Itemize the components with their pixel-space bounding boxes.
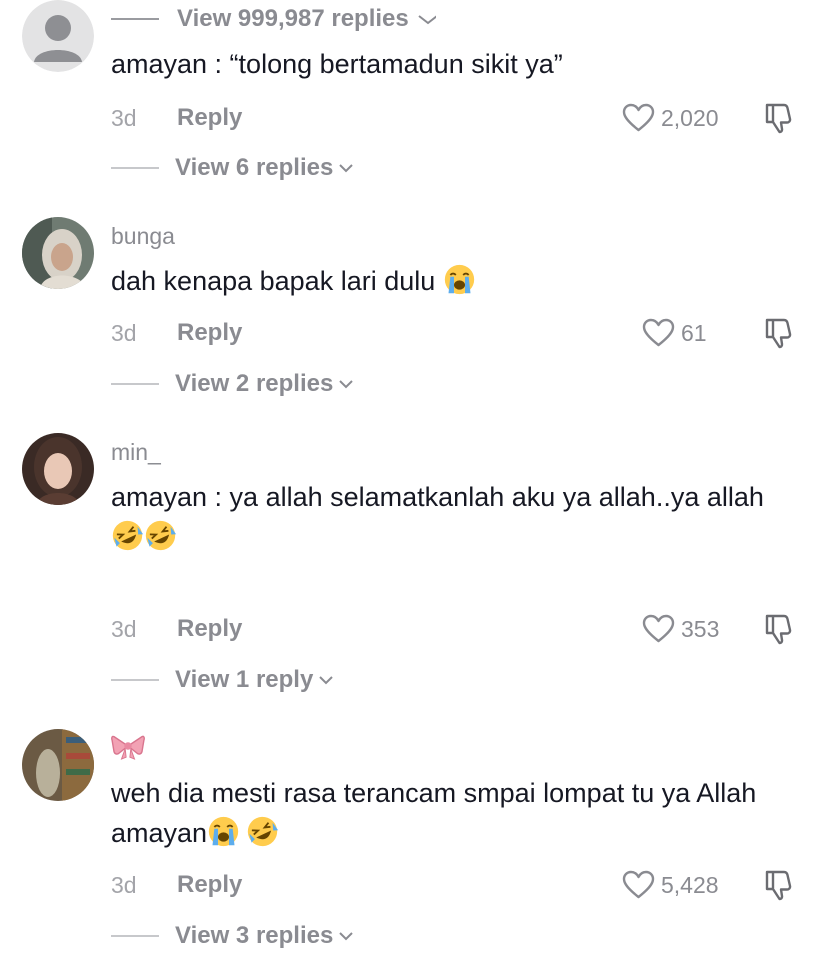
loudly-crying-face-icon: [207, 815, 240, 848]
default-avatar-icon: [22, 0, 94, 72]
chevron-down-icon: [319, 676, 334, 685]
view-replies-label: View 2 replies: [175, 370, 334, 397]
replies-divider: [111, 935, 159, 937]
rolling-on-floor-laughing-icon: [144, 519, 177, 552]
thumbs-down-icon: [765, 614, 792, 645]
chevron-down-icon: [418, 15, 436, 25]
view-replies-label: View 3 replies: [175, 922, 334, 949]
comment-text: dah kenapa bapak lari dulu: [111, 261, 801, 301]
username[interactable]: min_: [111, 438, 161, 466]
user-photo-avatar: [22, 729, 94, 801]
like-button[interactable]: 353: [642, 614, 719, 644]
top-view-replies[interactable]: View 999,987 replies: [111, 4, 436, 34]
user-photo-avatar: [22, 433, 94, 505]
view-replies-label: View 1 reply: [175, 666, 314, 693]
dislike-button[interactable]: [762, 101, 796, 135]
like-button[interactable]: 5,428: [622, 870, 719, 900]
comment-date: 3d: [111, 872, 137, 898]
heart-outline-icon: [642, 614, 675, 643]
rolling-on-floor-laughing-icon: [111, 519, 144, 552]
thumbs-down-icon: [765, 870, 792, 901]
like-count: 353: [681, 616, 720, 642]
replies-divider: [111, 167, 159, 169]
loudly-crying-face-icon: [443, 263, 476, 296]
like-button[interactable]: 2,020: [622, 103, 719, 133]
username[interactable]: 🎀: [111, 732, 145, 760]
avatar[interactable]: [22, 729, 94, 801]
like-count: 2,020: [661, 105, 719, 131]
view-replies-button[interactable]: View 2 replies: [111, 369, 354, 399]
replies-divider: [111, 679, 159, 681]
chevron-down-icon: [339, 932, 354, 941]
dislike-button[interactable]: [762, 612, 796, 646]
dislike-button[interactable]: [762, 316, 796, 350]
comment-text: amayan : ya allah selamatkanlah aku ya a…: [111, 477, 801, 557]
reply-button[interactable]: Reply: [177, 103, 242, 133]
avatar[interactable]: [22, 433, 94, 505]
view-replies-button[interactable]: View 3 replies: [111, 921, 354, 951]
username[interactable]: bunga: [111, 222, 175, 250]
comment-text: weh dia mesti rasa terancam smpai lompat…: [111, 773, 801, 853]
view-replies-button[interactable]: View 6 replies: [111, 153, 354, 183]
chevron-down-icon: [339, 164, 354, 173]
thumbs-down-icon: [765, 103, 792, 134]
comment-date: 3d: [111, 320, 137, 346]
replies-divider: [111, 383, 159, 385]
rolling-on-floor-laughing-icon: [246, 815, 279, 848]
heart-outline-icon: [622, 103, 655, 132]
avatar[interactable]: [22, 0, 94, 72]
dislike-button[interactable]: [762, 868, 796, 902]
reply-button[interactable]: Reply: [177, 614, 242, 644]
like-button[interactable]: 61: [642, 318, 707, 348]
avatar[interactable]: [22, 217, 94, 289]
bow-emoji-icon: [111, 735, 145, 760]
comment-date: 3d: [111, 105, 137, 131]
like-count: 5,428: [661, 872, 719, 898]
view-replies-label: View 6 replies: [175, 154, 334, 181]
heart-outline-icon: [622, 870, 655, 899]
heart-outline-icon: [642, 318, 675, 347]
view-replies-button[interactable]: View 1 reply: [111, 665, 334, 695]
chevron-down-icon: [339, 380, 354, 389]
view-replies-label: View 999,987 replies: [177, 5, 409, 32]
comment-date: 3d: [111, 616, 137, 642]
reply-button[interactable]: Reply: [177, 870, 242, 900]
user-photo-avatar: [22, 217, 94, 289]
comment-text: amayan : “tolong bertamadun sikit ya”: [111, 49, 563, 79]
reply-button[interactable]: Reply: [177, 318, 242, 348]
replies-divider: [111, 18, 159, 20]
thumbs-down-icon: [765, 318, 792, 349]
like-count: 61: [681, 320, 707, 346]
